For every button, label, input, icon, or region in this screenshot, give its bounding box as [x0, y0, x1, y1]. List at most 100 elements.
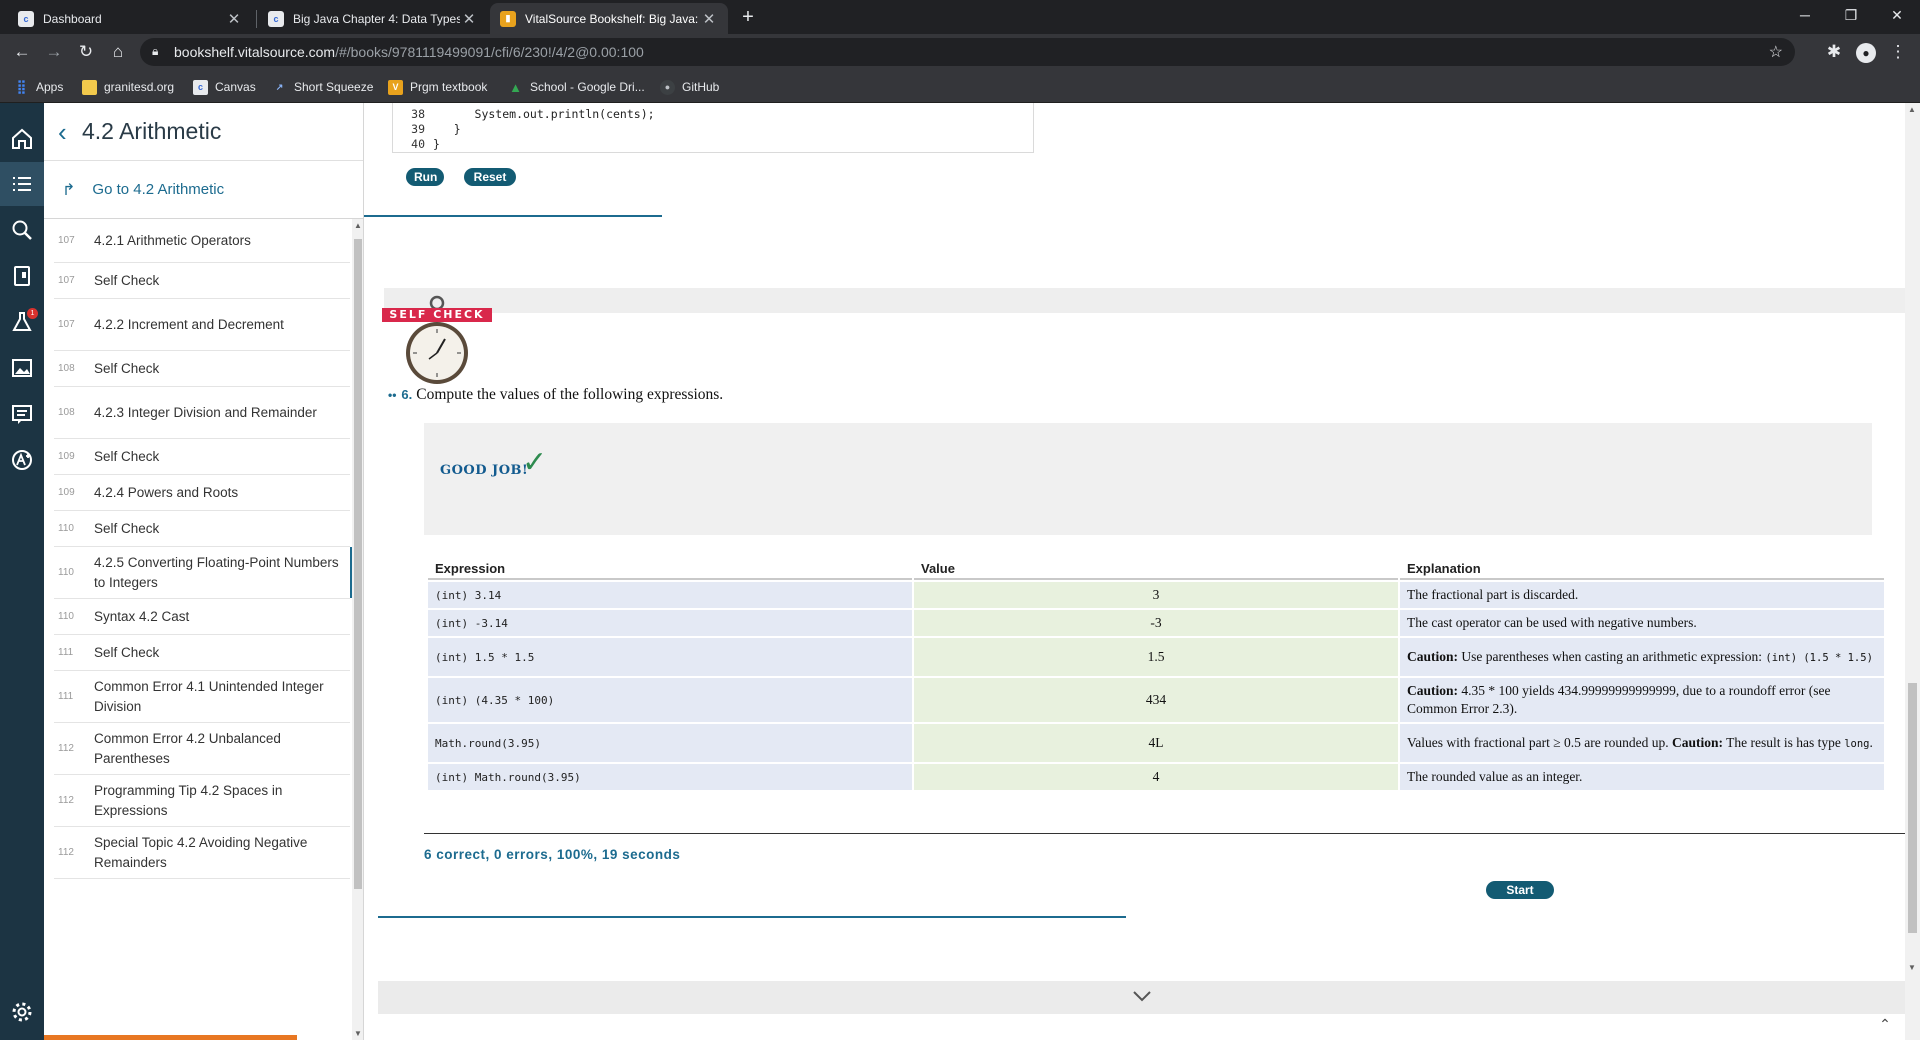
close-icon[interactable]: ✕ — [460, 10, 478, 28]
bookmark-canvas[interactable]: c Canvas — [193, 77, 256, 97]
address-bar[interactable]: 🔒︎ bookshelf.vitalsource.com/#/books/978… — [140, 38, 1795, 66]
feedback-text: GOOD JOB! — [440, 463, 529, 478]
explanation-cell: The cast operator can be used with negat… — [1400, 610, 1884, 636]
toc-scrollbar[interactable]: ▲ ▼ — [352, 219, 363, 1040]
toc-item[interactable]: 110 4.2.5 Converting Floating-Point Numbe… — [54, 547, 354, 599]
toc-page-number: 109 — [58, 487, 75, 498]
line-number: 40 — [411, 137, 425, 151]
back-arrow-icon[interactable]: ← — [8, 38, 36, 66]
column-header-value: Value — [914, 555, 1398, 580]
go-to-section-link[interactable]: ↱ Go to 4.2 Arithmetic — [44, 161, 363, 219]
toc-page-number: 107 — [58, 275, 75, 286]
image-icon — [12, 359, 32, 377]
profile-avatar[interactable]: ● — [1852, 38, 1880, 66]
bookmark-short-squeeze[interactable]: ↗ Short Squeeze — [272, 77, 374, 97]
tab-separator — [256, 10, 257, 28]
toc-page-number: 107 — [58, 235, 75, 246]
menu-kebab-icon[interactable]: ⋮ — [1884, 38, 1912, 66]
window-close-icon[interactable]: ✕ — [1874, 0, 1920, 30]
self-check-band — [384, 288, 1905, 313]
browser-tab-big-java-chapter-4[interactable]: c Big Java Chapter 4: Data Types ✕ — [258, 3, 488, 34]
toc-page-number: 108 — [58, 363, 75, 374]
search-button[interactable] — [0, 208, 44, 252]
toc-page-number: 112 — [58, 743, 74, 754]
toc-item[interactable]: 107 4.2.1 Arithmetic Operators — [54, 219, 350, 263]
close-icon[interactable]: ✕ — [225, 10, 243, 28]
home-icon[interactable]: ⌂ — [104, 38, 132, 66]
scroll-up-arrow-icon[interactable]: ▲ — [1908, 105, 1916, 114]
scroll-down-arrow-icon[interactable]: ▼ — [354, 1029, 362, 1038]
bookmark-prgm-textbook[interactable]: V Prgm textbook — [388, 77, 487, 97]
table-header-row: Expression Value Explanation — [428, 555, 1884, 580]
vitalsource-icon: V — [388, 79, 403, 95]
toc-scroll-thumb[interactable] — [354, 239, 362, 889]
reset-button[interactable]: Reset — [464, 168, 516, 186]
contents-button[interactable] — [0, 162, 44, 206]
bookmarks-bar: ⣿ Apps granitesd.org c Canvas ↗ Short Sq… — [0, 70, 1920, 103]
explanation-text: The cast operator can be used with negat… — [1407, 615, 1697, 630]
toc-item[interactable]: 108 4.2.3 Integer Division and Remainder — [54, 387, 350, 439]
checkmark-icon: ✓ — [522, 446, 548, 479]
reader-content: 38 System.out.println(cents); 39 } 40} R… — [364, 103, 1905, 1040]
section-divider — [364, 215, 662, 217]
toc-item[interactable]: 111 Common Error 4.1 Unintended Integer D… — [54, 671, 350, 723]
figures-button[interactable] — [0, 346, 44, 390]
restore-icon[interactable]: ❐ — [1828, 0, 1874, 30]
bookmark-apps[interactable]: ⣿ Apps — [14, 77, 64, 97]
explanation-text: Values with fractional part ≥ 0.5 are ro… — [1407, 734, 1672, 750]
toc-item[interactable]: 109 Self Check — [54, 439, 350, 475]
next-page-bar[interactable] — [378, 981, 1905, 1014]
toc-item[interactable]: 112 Programming Tip 4.2 Spaces in Express… — [54, 775, 350, 827]
extensions-icon[interactable]: ✱ — [1820, 38, 1848, 66]
gear-icon — [12, 1002, 32, 1022]
home-button[interactable] — [0, 117, 44, 161]
bookmark-granitesd[interactable]: granitesd.org — [82, 77, 174, 97]
self-check-label: SELF CHECK — [382, 308, 492, 322]
close-icon[interactable]: ✕ — [700, 10, 718, 28]
difficulty-dots: •• — [388, 388, 397, 402]
browser-tab-vitalsource[interactable]: ▮ VitalSource Bookshelf: Big Java: E ✕ — [490, 3, 728, 34]
toc-item[interactable]: 112 Common Error 4.2 Unbalanced Parenthes… — [54, 723, 350, 775]
scroll-down-arrow-icon[interactable]: ▼ — [1908, 963, 1916, 972]
browser-tab-dashboard[interactable]: c Dashboard ✕ — [8, 3, 253, 34]
toc-item[interactable]: 111 Self Check — [54, 635, 350, 671]
settings-button[interactable] — [0, 990, 44, 1034]
expression-cell: (int) 1.5 * 1.5 — [428, 638, 912, 676]
question-number: 6. — [401, 387, 413, 402]
chevron-left-icon[interactable]: ‹ — [58, 119, 72, 145]
toc-item-label: 4.2.2 Increment and Decrement — [94, 316, 284, 332]
toc-item-label: 4.2.4 Powers and Roots — [94, 484, 239, 500]
toc-item[interactable]: 107 Self Check — [54, 263, 350, 299]
bookmark-school-drive[interactable]: ▲ School - Google Dri... — [508, 77, 645, 97]
explanation-text: Use parentheses when casting an arithmet… — [1458, 648, 1766, 664]
notebook-button[interactable] — [0, 254, 44, 298]
minimize-icon[interactable]: ─ — [1782, 0, 1828, 30]
toc-item[interactable]: 109 4.2.4 Powers and Roots — [54, 475, 350, 511]
explanation-cell: Caution: Use parentheses when casting an… — [1400, 638, 1884, 676]
explanation-text: long — [1844, 737, 1870, 750]
page-scrollbar[interactable]: ▲ ▼ — [1905, 103, 1920, 1040]
reload-icon[interactable]: ↻ — [72, 38, 100, 66]
chevron-down-icon[interactable] — [1132, 986, 1152, 1006]
toc-item[interactable]: 110 Syntax 4.2 Cast — [54, 599, 350, 635]
canvas-icon: c — [268, 10, 284, 27]
forward-arrow-icon[interactable]: → — [40, 38, 68, 66]
flashcards-button[interactable]: 1 — [0, 300, 44, 344]
bookmark-label: Short Squeeze — [294, 80, 374, 94]
run-button[interactable]: Run — [406, 168, 444, 186]
bookmark-github[interactable]: ● GitHub — [660, 77, 719, 97]
scroll-up-arrow-icon[interactable]: ▲ — [354, 221, 362, 230]
code-line: 38 System.out.println(cents); — [393, 107, 654, 122]
toc-item[interactable]: 107 4.2.2 Increment and Decrement — [54, 299, 350, 351]
toc-item[interactable]: 108 Self Check — [54, 351, 350, 387]
toc-item[interactable]: 112 Special Topic 4.2 Avoiding Negative R… — [54, 827, 350, 879]
new-tab-button[interactable]: + — [735, 5, 761, 31]
chevron-up-icon[interactable]: ⌃ — [1870, 1016, 1900, 1034]
page-scroll-thumb[interactable] — [1908, 683, 1917, 933]
toc-item[interactable]: 110 Self Check — [54, 511, 350, 547]
bookmark-star-icon[interactable]: ☆ — [1769, 42, 1783, 62]
code-editor[interactable]: 38 System.out.println(cents); 39 } 40} — [392, 103, 1034, 153]
notes-button[interactable] — [0, 392, 44, 436]
start-over-button[interactable]: Start over — [1486, 881, 1554, 915]
accessibility-button[interactable] — [0, 438, 44, 482]
